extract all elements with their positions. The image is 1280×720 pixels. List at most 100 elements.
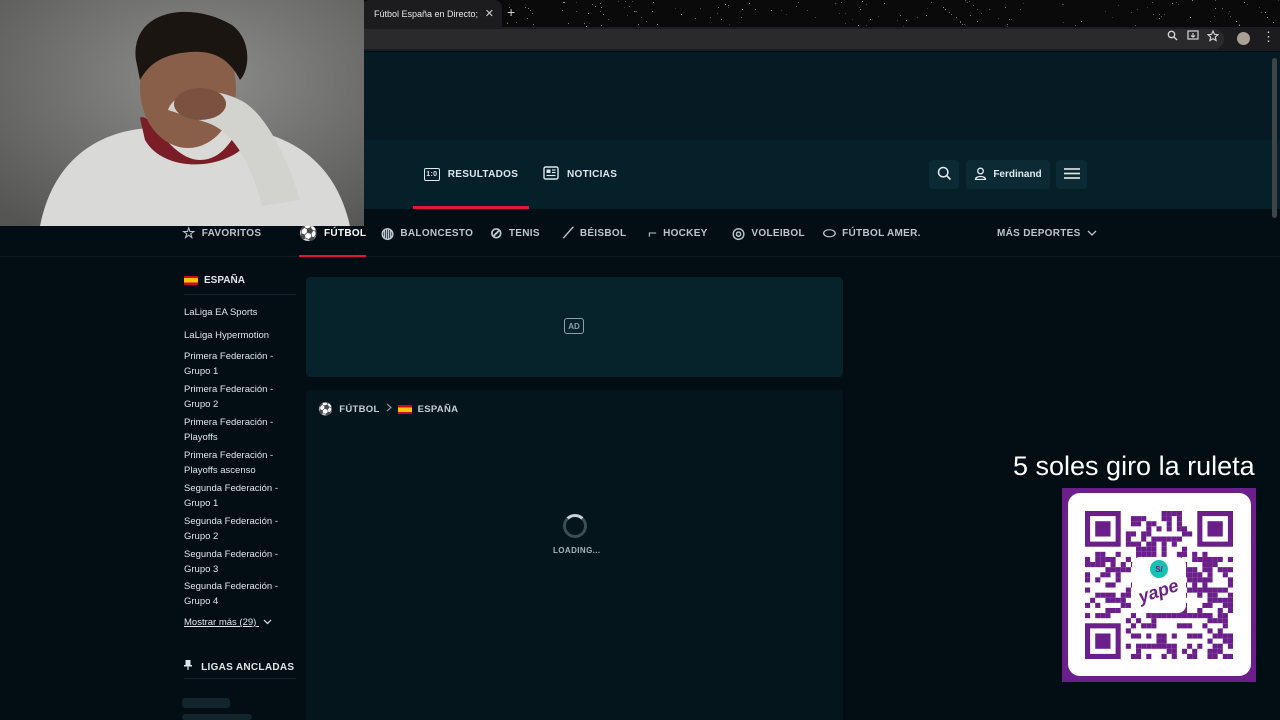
sport-baloncesto[interactable]: ◍ BALONCESTO [381,222,473,244]
starfield-dot [589,23,590,24]
starfield-dot [1267,17,1268,18]
more-sports-dropdown[interactable]: MÁS DEPORTES [997,222,1097,244]
league-link[interactable]: Segunda Federación - Grupo 3 [184,548,294,577]
qr-module [1125,556,1131,563]
qr-module [1141,623,1147,629]
starfield-dot [1239,24,1240,25]
qr-module [1227,577,1233,583]
league-link[interactable]: Segunda Federación - Grupo 4 [184,580,294,609]
league-link[interactable]: LaLiga EA Sports [184,306,294,321]
starfield-dot [1112,17,1113,18]
tab-resultados[interactable]: 1:0 RESULTADOS [413,140,529,209]
tab-noticias[interactable]: NOTICIAS [543,140,623,209]
qr-module [1222,653,1228,659]
starfield-dot [960,22,961,23]
league-link[interactable]: Primera Federación - Playoffs ascenso [184,449,294,478]
qr-module [1125,567,1131,573]
qr-module [1085,562,1091,568]
menu-button[interactable] [1056,160,1087,189]
qr-module [1192,587,1198,593]
qr-module [1125,602,1131,608]
zoom-icon[interactable] [1167,30,1178,44]
qr-module [1115,551,1121,557]
sport-beisbol[interactable]: ⟋ BÉISBOL [563,222,626,244]
qr-module [1176,623,1182,629]
breadcrumb: ⚽ FÚTBOL ESPAÑA [318,402,458,416]
starfield-dot [1105,11,1106,12]
starfield-dot [969,1,970,2]
starfield-dot [576,11,577,12]
qr-module [1181,531,1188,537]
bookmark-star-icon[interactable] [1206,29,1220,45]
league-link[interactable]: Primera Federación - Grupo 2 [184,383,294,412]
qr-module [1161,638,1167,644]
qr-module [1115,567,1121,573]
qr-module [1120,567,1126,573]
qr-module [1151,643,1157,649]
qr-module [1227,607,1233,614]
qr-module [1176,511,1182,517]
baseball-icon: ⟋ [563,224,574,242]
qr-module [1141,546,1147,552]
starfield-dot [601,25,602,26]
show-more-link[interactable]: Mostrar más (29) [184,617,272,628]
starfield-dot [601,7,602,8]
qr-module [1181,551,1188,557]
qr-module [1166,511,1172,517]
qr-module [1120,602,1126,608]
league-link[interactable]: Primera Federación - Grupo 1 [184,350,294,379]
breadcrumb-sport[interactable]: FÚTBOL [339,404,379,415]
league-link[interactable]: Segunda Federación - Grupo 1 [184,482,294,511]
qr-module [1192,551,1198,557]
profile-avatar[interactable] [1237,32,1250,45]
starfield-dot [1273,22,1274,23]
qr-module [1141,531,1147,537]
qr-module [1176,536,1182,542]
qr-module [1192,582,1198,588]
tab-resultados-label: RESULTADOS [447,169,519,180]
qr-module [1120,592,1126,598]
browser-tab[interactable]: Fútbol España en Directo; en · ✕ [362,0,502,27]
search-button[interactable] [929,160,959,189]
qr-module [1161,511,1167,517]
qr-module [1166,516,1172,522]
page-scrollbar[interactable] [1272,58,1277,218]
qr-module [1151,536,1157,542]
install-icon[interactable] [1187,30,1199,44]
starfield-dot [695,18,696,19]
qr-module [1085,602,1091,608]
starfield-dot [964,24,965,25]
qr-module [1105,613,1111,619]
qr-module [1181,546,1188,552]
new-tab-button[interactable]: + [507,4,515,20]
qr-module [1197,587,1203,593]
sport-tenis[interactable]: ⊘ TENIS [490,222,540,244]
qr-module [1197,607,1203,614]
league-link[interactable]: Segunda Federación - Grupo 2 [184,515,294,544]
qr-module [1166,526,1172,532]
starfield-dot [1164,14,1165,15]
kebab-menu-icon[interactable]: ⋮ [1262,29,1275,45]
league-link[interactable]: Primera Federación - Playoffs [184,416,294,445]
sport-futbol-americano[interactable]: ⬭ FÚTBOL AMER. [823,222,921,244]
league-link[interactable]: LaLiga Hypermotion [184,329,294,344]
qr-module [1125,541,1131,547]
user-account-button[interactable]: Ferdinand [966,160,1050,189]
qr-module [1085,556,1091,563]
starfield-dot [1137,9,1138,10]
qr-module [1161,541,1167,547]
sport-hockey[interactable]: ⌐ HOCKEY [648,222,708,244]
starfield-dot [1159,14,1160,15]
starfield-dot [576,2,577,3]
qr-module [1136,633,1142,639]
breadcrumb-country[interactable]: ESPAÑA [418,404,459,415]
close-tab-icon[interactable]: ✕ [485,7,494,20]
qr-module [1151,551,1157,557]
address-bar[interactable] [364,29,1224,49]
qr-module [1222,587,1228,593]
qr-module [1202,562,1208,568]
qr-finder-pattern [1095,633,1111,649]
qr-module [1192,653,1198,659]
sport-voleibol[interactable]: ◎ VOLEIBOL [732,222,805,244]
qr-module [1197,613,1203,619]
